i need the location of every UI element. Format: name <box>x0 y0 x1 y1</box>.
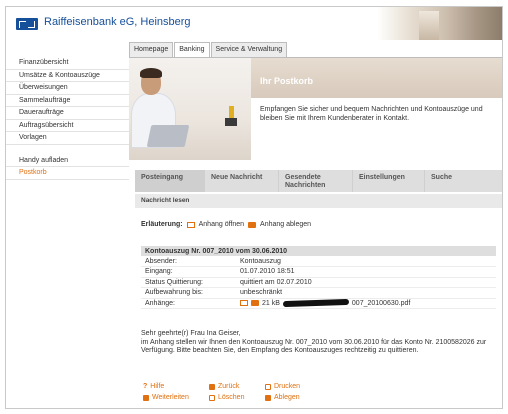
legend-open-label: Anhang öffnen <box>198 221 245 228</box>
sidebar-item-vorlagen[interactable]: Vorlagen <box>6 132 129 145</box>
attachment-size: 21 kB <box>262 299 280 307</box>
legend-save-label: Anhang ablegen <box>260 221 312 228</box>
sidebar: Finanzübersicht Umsätze & Kontoauszüge Ü… <box>6 57 129 180</box>
message-actions: ? Hilfe Zurück Drucken Weiterleiten Lösch… <box>143 382 321 402</box>
detail-row: Status Quittierung: quittiert am 02.07.20… <box>141 277 496 288</box>
detail-key: Eingang: <box>141 266 236 278</box>
banner-title: Ihr Postkorb <box>260 76 314 86</box>
forward-label: Weiterleiten <box>152 394 189 401</box>
tab-einstellungen[interactable]: Einstellungen <box>353 170 425 192</box>
sidebar-item-umsaetze[interactable]: Umsätze & Kontoauszüge <box>6 70 129 82</box>
message-greeting: Sehr geehrte(r) Frau Ina Geiser, <box>141 330 241 337</box>
attachment-cell: 21 kB 007_20100630.pdf <box>236 298 496 309</box>
help-button[interactable]: ? Hilfe <box>143 382 209 391</box>
tab-service-verwaltung[interactable]: Service & Verwaltung <box>210 42 288 57</box>
detail-value: Kontoauszug <box>236 256 496 267</box>
delete-button[interactable]: Löschen <box>209 393 265 402</box>
message-details: Kontoauszug Nr. 007_2010 vom 30.06.2010 … <box>141 246 496 309</box>
forward-icon <box>143 394 149 401</box>
plant-pot-shape <box>225 118 237 126</box>
message-text: im Anhang stellen wir Ihnen den Kontoaus… <box>141 339 487 355</box>
file-icon <box>265 394 271 401</box>
sidebar-item-auftragsuebersicht[interactable]: Auftragsübersicht <box>6 120 129 132</box>
detail-row: Eingang: 01.07.2010 18:51 <box>141 266 496 278</box>
attachment-open-icon <box>186 221 195 228</box>
laptop-shape <box>146 125 190 147</box>
sidebar-item-ueberweisungen[interactable]: Überweisungen <box>6 82 129 95</box>
tab-neue-nachricht[interactable]: Neue Nachricht <box>205 170 279 192</box>
redaction-mark <box>282 299 349 308</box>
person-hair-shape <box>140 68 162 78</box>
detail-value: 01.07.2010 18:51 <box>236 266 496 278</box>
section-title: Nachricht lesen <box>135 194 502 208</box>
attachment-line: 21 kB 007_20100630.pdf <box>240 299 492 308</box>
sidebar-item-sammelauftraege[interactable]: Sammelaufträge <box>6 95 129 107</box>
tab-posteingang[interactable]: Posteingang <box>135 170 205 192</box>
top-navigation: Homepage Banking Service & Verwaltung <box>129 42 288 58</box>
tab-gesendete-nachrichten[interactable]: Gesendete Nachrichten <box>279 170 353 192</box>
header: Raiffeisenbank eG, Heinsberg <box>6 7 502 40</box>
detail-key: Status Quittierung: <box>141 277 236 288</box>
help-label: Hilfe <box>150 383 165 390</box>
detail-row: Aufbewahrung bis: unbeschränkt <box>141 287 496 299</box>
postkorb-tabs: Posteingang Neue Nachricht Gesendete Nac… <box>135 170 502 192</box>
tab-homepage[interactable]: Homepage <box>129 42 174 57</box>
print-button[interactable]: Drucken <box>265 382 321 391</box>
bank-logo-icon <box>16 18 38 30</box>
tab-banking[interactable]: Banking <box>174 42 210 58</box>
sidebar-item-finanzuebersicht[interactable]: Finanzübersicht <box>6 57 129 70</box>
help-icon: ? <box>143 383 148 390</box>
attachment-row: Anhänge: 21 kB 007_20100630.pdf <box>141 298 496 309</box>
legend-label: Erläuterung: <box>141 221 183 228</box>
attachment-key: Anhänge: <box>141 298 236 309</box>
detail-key: Absender: <box>141 256 236 267</box>
banner-text: Empfangen Sie sicher und bequem Nachrich… <box>260 106 483 122</box>
detail-key: Aufbewahrung bis: <box>141 287 236 299</box>
plant-shape <box>229 106 234 118</box>
message-subject: Kontoauszug Nr. 007_2010 vom 30.06.2010 <box>141 246 496 256</box>
attachment-open-icon[interactable] <box>240 300 248 307</box>
tab-suche[interactable]: Suche <box>425 170 502 192</box>
header-photo <box>377 7 502 40</box>
file-button[interactable]: Ablegen <box>265 393 321 402</box>
legend: Erläuterung: Anhang öffnen Anhang ablege… <box>141 221 311 228</box>
file-label: Ablegen <box>274 394 300 401</box>
delete-icon <box>209 394 215 401</box>
detail-row: Absender: Kontoauszug <box>141 256 496 267</box>
detail-value: quittiert am 02.07.2010 <box>236 277 496 288</box>
back-button[interactable]: Zurück <box>209 382 265 391</box>
message-body: Sehr geehrte(r) Frau Ina Geiser, im Anha… <box>141 330 496 356</box>
back-label: Zurück <box>218 383 240 390</box>
print-icon <box>265 383 271 390</box>
sidebar-item-handy-aufladen[interactable]: Handy aufladen <box>6 155 129 167</box>
detail-value: unbeschränkt <box>236 287 496 299</box>
sidebar-item-dauerauftraege[interactable]: Daueraufträge <box>6 107 129 120</box>
app-window: Raiffeisenbank eG, Heinsberg Homepage Ba… <box>5 6 503 409</box>
postkorb-banner: Ihr Postkorb Empfangen Sie sicher und be… <box>129 58 502 160</box>
print-label: Drucken <box>274 383 301 390</box>
back-icon <box>209 383 215 390</box>
delete-label: Löschen <box>218 394 245 401</box>
sidebar-item-postkorb[interactable]: Postkorb <box>6 167 129 180</box>
banner-photo <box>129 58 251 160</box>
attachment-filename[interactable]: 007_20100630.pdf <box>352 300 410 307</box>
bank-name: Raiffeisenbank eG, Heinsberg <box>44 16 191 28</box>
attachment-save-icon <box>248 221 257 228</box>
forward-button[interactable]: Weiterleiten <box>143 393 209 402</box>
attachment-save-icon[interactable] <box>251 300 259 307</box>
